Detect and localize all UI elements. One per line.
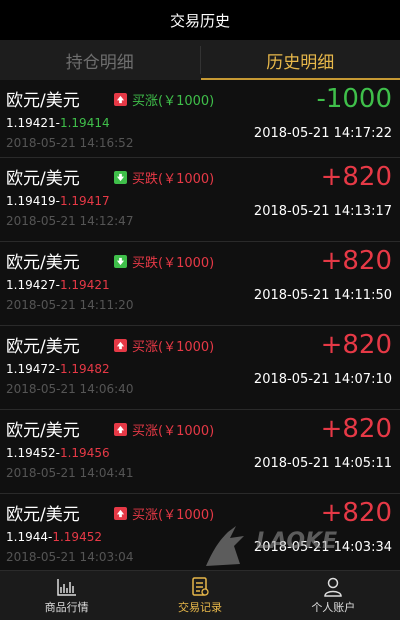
price-range: 1.1944-1.19452	[6, 530, 102, 544]
up-arrow-icon	[114, 93, 127, 106]
close-time: 2018-05-21 14:17:22	[253, 126, 392, 141]
bottom-nav: 商品行情 交易记录 个人账户	[0, 570, 400, 620]
price-range: 1.19452-1.19456	[6, 446, 110, 460]
direction-label: 买涨	[132, 424, 159, 439]
down-arrow-icon	[114, 255, 127, 268]
trade-amount: (￥1000)	[158, 172, 215, 187]
price-range: 1.19472-1.19482	[6, 362, 110, 376]
trade-amount: (￥1000)	[158, 256, 215, 271]
close-price: 1.19421	[59, 278, 110, 292]
history-row[interactable]: 欧元/美元 买跌 (￥1000) 1.19427-1.19421 2018-05-21 …	[0, 242, 400, 326]
direction-label: 买涨	[132, 94, 159, 109]
profit-loss: +820	[320, 330, 392, 360]
price-range: 1.19419-1.19417	[6, 194, 110, 208]
profit-loss: +820	[320, 498, 392, 528]
currency-pair: 欧元/美元	[6, 337, 80, 357]
open-time: 2018-05-21 14:11:20	[6, 298, 134, 312]
trade-amount: (￥1000)	[158, 424, 215, 439]
profit-loss: +820	[320, 414, 392, 444]
close-price: 1.19414	[59, 116, 110, 130]
user-icon	[324, 577, 343, 597]
open-time: 2018-05-21 14:04:41	[6, 466, 134, 480]
trade-direction: 买跌 (￥1000)	[114, 252, 214, 271]
close-time: 2018-05-21 14:11:50	[253, 288, 392, 303]
tab-positions[interactable]: 持仓明细	[0, 40, 200, 80]
history-row[interactable]: 欧元/美元 买跌 (￥1000) 1.19419-1.19417 2018-05-21 …	[0, 158, 400, 242]
direction-label: 买涨	[132, 340, 159, 355]
open-time: 2018-05-21 14:12:47	[6, 214, 134, 228]
nav-records[interactable]: 交易记录	[133, 571, 266, 620]
currency-pair: 欧元/美元	[6, 253, 80, 273]
tab-label: 持仓明细	[65, 52, 134, 73]
currency-pair: 欧元/美元	[6, 421, 80, 441]
open-price: 1.19452	[6, 446, 56, 460]
tab-bar: 持仓明细 历史明细	[0, 40, 400, 80]
profit-loss: -1000	[316, 84, 392, 114]
nav-label: 商品行情	[44, 600, 89, 614]
trade-direction: 买跌 (￥1000)	[114, 168, 214, 187]
down-arrow-icon	[114, 171, 127, 184]
close-price: 1.19417	[59, 194, 110, 208]
price-range: 1.19421-1.19414	[6, 116, 110, 130]
direction-label: 买跌	[132, 172, 159, 187]
currency-pair: 欧元/美元	[6, 505, 80, 525]
history-row[interactable]: 欧元/美元 买涨 (￥1000) 1.19472-1.19482 2018-05-21 …	[0, 326, 400, 410]
profit-loss: +820	[320, 246, 392, 276]
close-time: 2018-05-21 14:03:34	[253, 540, 392, 555]
trade-amount: (￥1000)	[158, 94, 215, 109]
currency-pair: 欧元/美元	[6, 91, 80, 111]
nav-label: 交易记录	[177, 600, 222, 614]
close-time: 2018-05-21 14:05:11	[253, 456, 392, 471]
open-price: 1.1944	[6, 530, 48, 544]
trade-direction: 买涨 (￥1000)	[114, 504, 214, 523]
trade-direction: 买涨 (￥1000)	[114, 336, 214, 355]
nav-account[interactable]: 个人账户	[267, 571, 400, 620]
open-price: 1.19421	[6, 116, 56, 130]
nav-market[interactable]: 商品行情	[0, 571, 133, 620]
trade-direction: 买涨 (￥1000)	[114, 90, 214, 109]
close-price: 1.19482	[59, 362, 110, 376]
tab-label: 历史明细	[266, 52, 335, 73]
open-time: 2018-05-21 14:06:40	[6, 382, 134, 396]
history-row[interactable]: 欧元/美元 买涨 (￥1000) 1.19421-1.19414 2018-05-21 …	[0, 80, 400, 158]
trade-direction: 买涨 (￥1000)	[114, 420, 214, 439]
up-arrow-icon	[114, 507, 127, 520]
open-time: 2018-05-21 14:16:52	[6, 136, 134, 150]
close-time: 2018-05-21 14:07:10	[253, 372, 392, 387]
profit-loss: +820	[320, 162, 392, 192]
trade-amount: (￥1000)	[158, 508, 215, 523]
tab-history[interactable]: 历史明细	[200, 40, 400, 80]
trade-amount: (￥1000)	[158, 340, 215, 355]
open-price: 1.19419	[6, 194, 56, 208]
history-list[interactable]: 欧元/美元 买涨 (￥1000) 1.19421-1.19414 2018-05-21 …	[0, 80, 400, 570]
page-title: 交易历史	[169, 11, 230, 30]
open-price: 1.19472	[6, 362, 56, 376]
history-row[interactable]: 欧元/美元 买涨 (￥1000) 1.1944-1.19452 2018-05-21 1…	[0, 494, 400, 570]
currency-pair: 欧元/美元	[6, 169, 80, 189]
history-row[interactable]: 欧元/美元 买涨 (￥1000) 1.19452-1.19456 2018-05-21 …	[0, 410, 400, 494]
records-icon	[192, 576, 209, 596]
price-range: 1.19427-1.19421	[6, 278, 110, 292]
up-arrow-icon	[114, 423, 127, 436]
open-time: 2018-05-21 14:03:04	[6, 550, 134, 564]
direction-label: 买跌	[132, 256, 159, 271]
close-price: 1.19456	[59, 446, 110, 460]
up-arrow-icon	[114, 339, 127, 352]
open-price: 1.19427	[6, 278, 56, 292]
nav-label: 个人账户	[311, 600, 356, 614]
direction-label: 买涨	[132, 508, 159, 523]
app-header: 交易历史	[0, 0, 400, 40]
chart-icon	[56, 578, 76, 596]
close-price: 1.19452	[52, 530, 102, 544]
close-time: 2018-05-21 14:13:17	[253, 204, 392, 219]
